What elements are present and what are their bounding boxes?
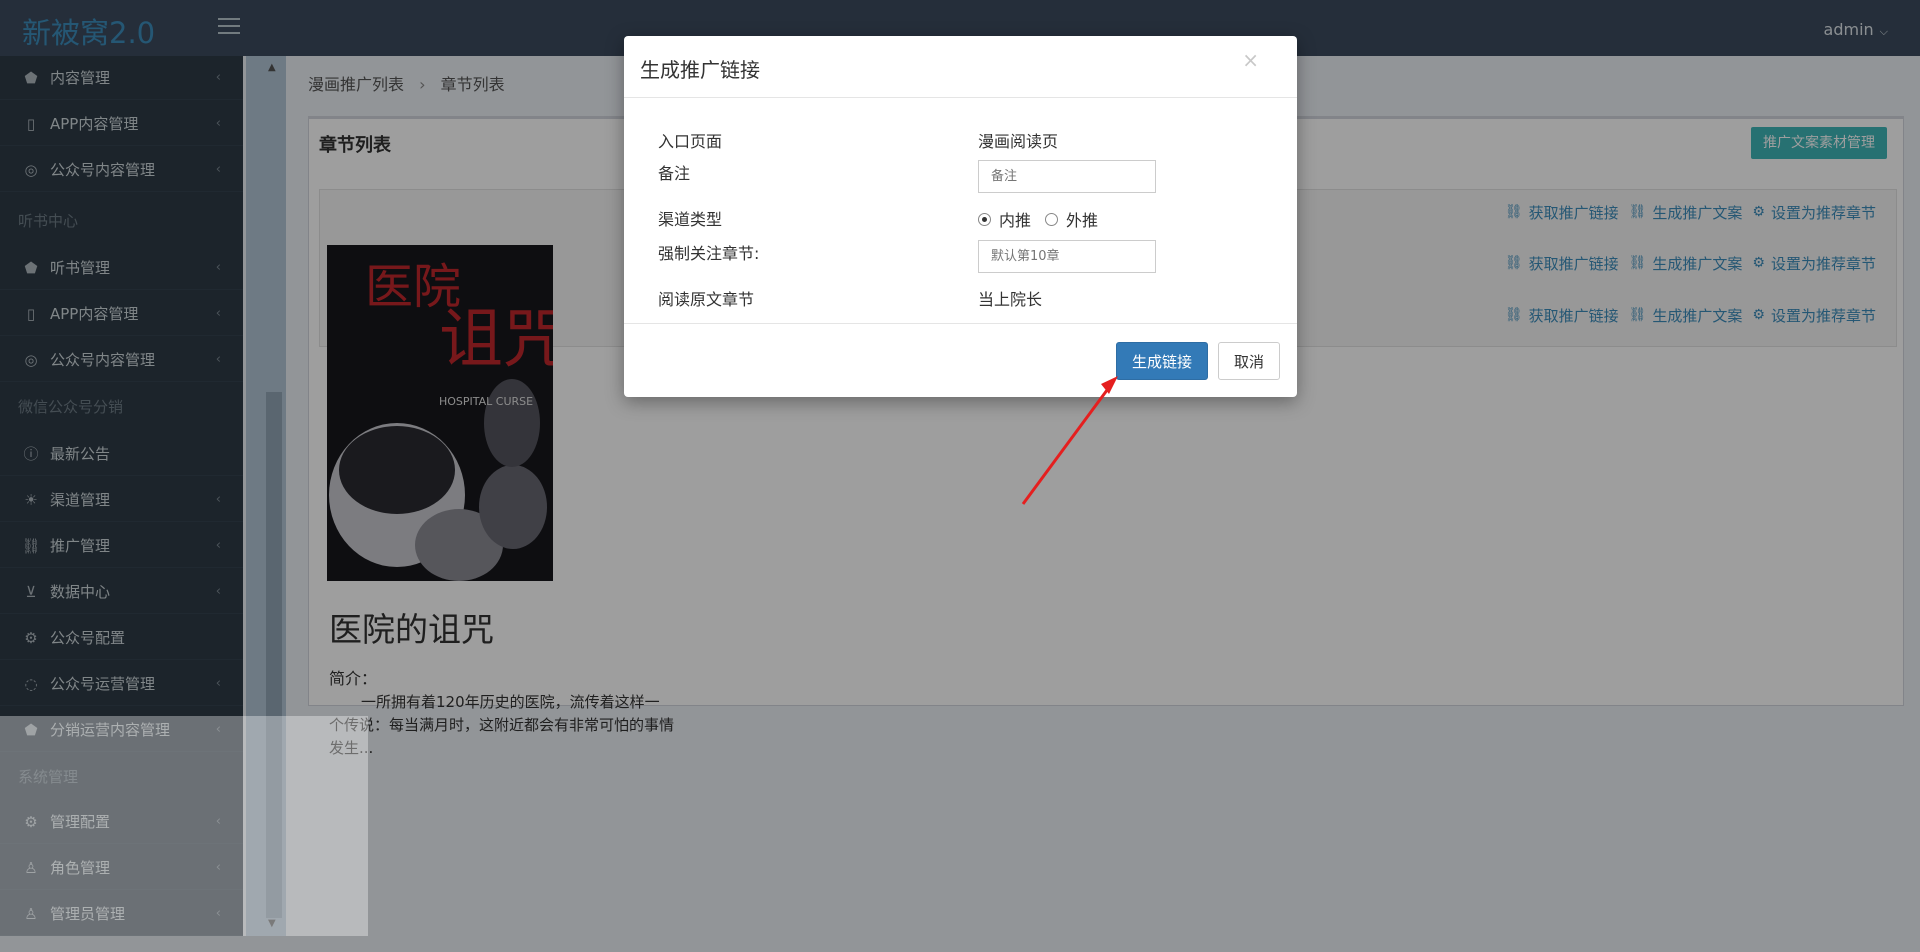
read-label: 阅读原文章节	[658, 290, 755, 309]
modal-title: 生成推广链接	[640, 58, 760, 82]
cancel-button[interactable]: 取消	[1218, 342, 1280, 380]
scroll-up-icon[interactable]: ▲	[268, 62, 276, 73]
read-value: 当上院长	[978, 290, 1043, 309]
force-label: 强制关注章节:	[658, 244, 760, 263]
channel-inner-label[interactable]: 内推	[999, 207, 1031, 231]
close-icon[interactable]: ×	[1242, 48, 1259, 72]
channel-outer-radio[interactable]	[1045, 212, 1059, 226]
force-chapter-input[interactable]	[978, 240, 1156, 273]
modal-header: 生成推广链接 ×	[624, 36, 1297, 98]
entry-label: 入口页面	[658, 132, 723, 151]
overlay-panel	[0, 716, 368, 936]
annotation-arrow	[1021, 376, 1118, 505]
channel-radio-group: 内推 外推	[978, 207, 1098, 231]
note-label: 备注	[658, 164, 691, 183]
note-input[interactable]	[978, 160, 1156, 193]
generate-link-modal: 生成推广链接 × 入口页面 漫画阅读页 备注 渠道类型 内推 外推 强制关注章节…	[624, 36, 1297, 397]
channel-label: 渠道类型	[658, 210, 723, 229]
entry-value: 漫画阅读页	[978, 132, 1059, 151]
channel-outer-label[interactable]: 外推	[1066, 207, 1098, 231]
channel-inner-radio[interactable]	[978, 212, 991, 226]
